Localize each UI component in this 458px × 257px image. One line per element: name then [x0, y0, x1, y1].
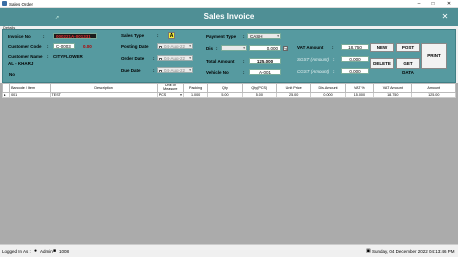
posting-date-checkbox[interactable] — [159, 45, 162, 48]
total-amount-label: Total Amount — [206, 59, 235, 64]
close-icon[interactable]: ✕ — [442, 0, 456, 8]
calendar-dropdown-icon[interactable]: ▾ — [189, 68, 191, 72]
posting-date-label: Posting Date — [121, 44, 149, 49]
column-header[interactable]: VAT % — [344, 83, 375, 93]
payment-type-label: Payment Type — [206, 34, 237, 39]
logged-in-label: Logged In As : — [2, 249, 31, 254]
form-close-button[interactable]: ✕ — [440, 12, 450, 22]
window-title: Sales Order — [9, 1, 34, 7]
percent-toggle[interactable]: % — [283, 45, 288, 51]
page-title: Sales Invoice — [203, 12, 255, 21]
table-row[interactable]: ▸ 001 TEST PCS ▾ 1.000 5.00 5.00 25.00 0.… — [1, 92, 456, 98]
cgst-field: 0.000 — [341, 68, 369, 74]
cell-vat-amount[interactable]: 18.750 — [373, 92, 413, 98]
row-selector-arrow-icon[interactable]: ▸ — [1, 92, 11, 98]
new-button[interactable]: NEW — [370, 43, 394, 52]
column-header[interactable]: Barcode / Item — [9, 83, 51, 93]
column-header[interactable]: Amount — [411, 83, 456, 93]
chevron-down-icon[interactable]: ▾ — [243, 46, 245, 50]
calendar-icon: ▣ — [366, 248, 371, 254]
customer-balance: 0.00 — [83, 44, 92, 49]
print-button[interactable]: PRINT — [421, 43, 447, 69]
cell-amount[interactable]: 125.00 — [411, 92, 456, 98]
page-header: ↗ Sales Invoice ✕ — [0, 8, 458, 26]
due-date-checkbox[interactable] — [159, 69, 162, 72]
total-amount-field: 125.000 — [249, 58, 281, 64]
user-name: Admin — [40, 249, 53, 254]
vehicle-no-label: Vehicle No — [206, 70, 229, 75]
user-icon: ● — [34, 248, 38, 254]
sales-type-badge[interactable]: A — [168, 32, 175, 39]
column-header[interactable]: Qty(PCS) — [241, 83, 277, 93]
get-data-button[interactable]: GET DATA — [396, 58, 420, 75]
no-label: No — [9, 72, 15, 77]
minimize-icon[interactable]: – — [412, 0, 426, 8]
due-date-label: Due Date — [121, 68, 141, 73]
sales-order-window: Sales Order – □ ✕ ↗ Sales Invoice ✕ Deta… — [0, 0, 458, 257]
chevron-down-icon[interactable]: ▾ — [180, 94, 182, 97]
column-header[interactable]: Unit of Measure — [156, 83, 184, 93]
cell-barcode[interactable]: 001 — [9, 92, 51, 98]
dis-label: Dis — [206, 46, 214, 51]
column-header[interactable]: Dis.Amount — [310, 83, 346, 93]
cell-qty[interactable]: 5.00 — [207, 92, 243, 98]
vat-amount-label: VAT Amount — [297, 45, 324, 50]
payment-type-select[interactable]: CASH ▾ — [247, 33, 281, 39]
invoice-no-field[interactable]: 000221A-001331 — [53, 33, 97, 39]
calendar-dropdown-icon[interactable]: ▾ — [189, 44, 191, 48]
dis-value-field[interactable]: 0.000 — [249, 45, 281, 51]
cell-packing[interactable]: 1.000 — [182, 92, 209, 98]
column-header[interactable]: Qty — [207, 83, 243, 93]
customer-address: AL - KHARJ — [8, 61, 34, 66]
invoice-no-label: Invoice No — [8, 34, 31, 39]
cell-description[interactable]: TEST — [49, 92, 158, 98]
maximize-icon[interactable]: □ — [426, 0, 440, 8]
app-icon — [2, 1, 7, 6]
customer-code-label: Customer Code — [8, 44, 42, 49]
items-table: Barcode / Item Description Unit of Measu… — [1, 83, 456, 98]
column-header[interactable]: Unit Price — [275, 83, 312, 93]
vat-amount-field: 18.750 — [341, 44, 369, 50]
column-header[interactable]: VAT Amount — [373, 83, 413, 93]
table-header-row: Barcode / Item Description Unit of Measu… — [1, 83, 456, 93]
window-titlebar: Sales Order – □ ✕ — [0, 0, 458, 8]
vehicle-no-field[interactable]: A-001 — [249, 69, 281, 75]
user-id: 1008 — [59, 249, 70, 254]
sales-type-label: Sales Type — [121, 33, 145, 38]
cell-unit-price[interactable]: 25.00 — [275, 92, 312, 98]
order-date-label: Order Date — [121, 56, 145, 61]
status-datetime: Sunday, 04 December 2022 04:13:46 PM — [372, 249, 455, 254]
order-date-checkbox[interactable] — [159, 57, 162, 60]
post-button[interactable]: POST — [396, 43, 420, 52]
order-date-picker[interactable]: 04-Aug-22 ▾ — [157, 55, 193, 61]
invoice-details-panel: Invoice No : 000221A-001331 Customer Cod… — [2, 29, 456, 83]
customer-code-field[interactable]: C-0003 — [53, 43, 75, 49]
sgst-field: 0.000 — [341, 56, 369, 62]
delete-button[interactable]: DELETE — [370, 58, 394, 69]
posting-date-picker[interactable]: 04-Aug-22 ▾ — [157, 43, 193, 49]
sgst-label: SGST (Amount) — [297, 57, 330, 62]
items-grid[interactable]: Barcode / Item Description Unit of Measu… — [0, 83, 458, 244]
cgst-label: CGST (Amount) — [297, 69, 330, 74]
id-icon: ■ — [53, 248, 57, 254]
row-selector-header — [1, 83, 11, 93]
dis-type-select[interactable]: ▾ — [221, 45, 247, 51]
cell-qty-pcs[interactable]: 5.00 — [241, 92, 277, 98]
status-bar: Logged In As : ● Admin ■ 1008 ▣ Sunday, … — [0, 244, 458, 257]
column-header[interactable]: Description — [49, 83, 158, 93]
cell-dis-amount[interactable]: 0.000 — [310, 92, 346, 98]
due-date-picker[interactable]: 04-Aug-22 ▾ — [157, 67, 193, 73]
cell-unit[interactable]: PCS ▾ — [156, 92, 184, 98]
column-header[interactable]: Packing — [182, 83, 209, 93]
calendar-dropdown-icon[interactable]: ▾ — [189, 56, 191, 60]
customer-name-label: Customer Name — [8, 54, 43, 59]
customer-name-value: CITYFLOWER — [53, 54, 83, 59]
cell-vat-percent[interactable]: 15.000 — [344, 92, 375, 98]
chevron-down-icon[interactable]: ▾ — [277, 34, 279, 38]
